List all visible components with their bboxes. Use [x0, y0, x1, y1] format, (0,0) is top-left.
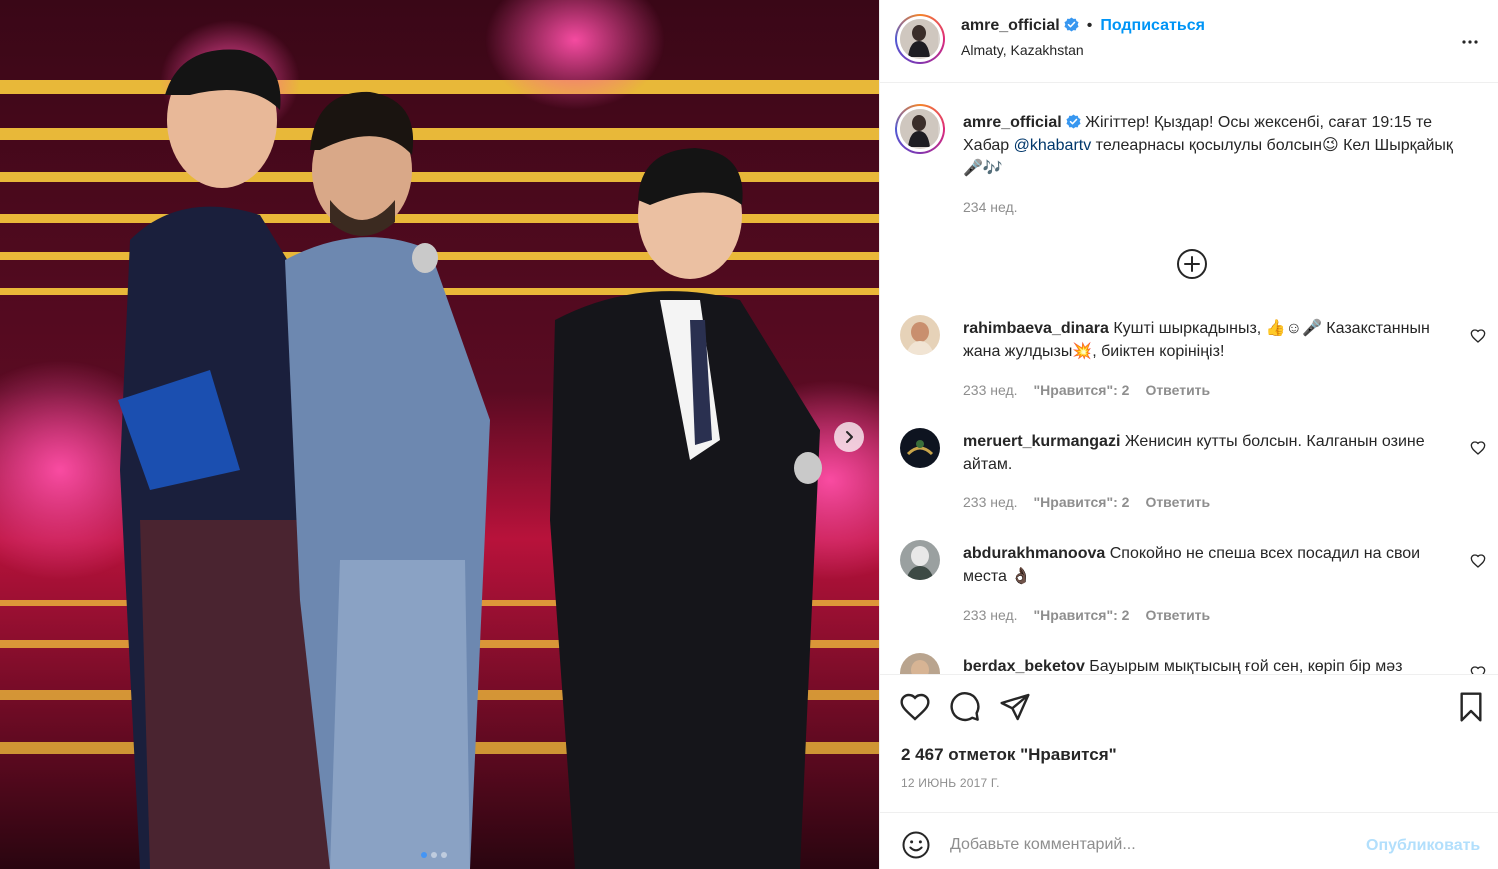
- comment-likes[interactable]: "Нравится": 2: [1034, 607, 1130, 623]
- comment-username[interactable]: meruert_kurmangazi: [963, 433, 1120, 450]
- comment-likes[interactable]: "Нравится": 2: [1034, 494, 1130, 510]
- bookmark-icon[interactable]: [1455, 691, 1487, 723]
- comment-avatar-image: [900, 428, 940, 468]
- comment-text: Бауырым мықтысың ғой сен, көріп бір мәз: [1089, 658, 1403, 674]
- comment-avatar[interactable]: [900, 653, 940, 674]
- author-username[interactable]: amre_official: [961, 17, 1060, 34]
- comment-like-heart-icon[interactable]: [1470, 328, 1486, 344]
- comments-section[interactable]: amre_official Жігіттер! Қыздар! Осы жекс…: [880, 84, 1498, 674]
- caption-username[interactable]: amre_official: [963, 114, 1062, 131]
- comment-avatar-image: [900, 653, 940, 674]
- share-icon[interactable]: [999, 691, 1031, 723]
- comment-input[interactable]: [950, 827, 1360, 863]
- verified-badge-icon: [1064, 17, 1079, 32]
- carousel-dots: [421, 852, 447, 858]
- comment-reply-button[interactable]: Ответить: [1145, 382, 1210, 398]
- post-actions: 2 467 отметок "Нравится" 12 ИЮНЬ 2017 Г.: [880, 674, 1498, 812]
- comment-reply-button[interactable]: Ответить: [1145, 607, 1210, 623]
- comment-icon[interactable]: [949, 691, 981, 723]
- comment-meta: 233 нед. "Нравится": 2 Ответить: [963, 382, 1210, 398]
- header-bullet: •: [1086, 17, 1093, 34]
- author-avatar-image: [900, 19, 938, 57]
- heart-icon[interactable]: [899, 691, 931, 723]
- post-location[interactable]: Almaty, Kazakhstan: [961, 42, 1084, 58]
- comment-avatar[interactable]: [900, 315, 940, 355]
- comment-username[interactable]: abdurakhmanoova: [963, 545, 1105, 562]
- post-header: amre_official • Подписаться Almaty, Kazakh…: [880, 0, 1498, 83]
- caption-author-avatar[interactable]: [895, 104, 945, 154]
- comment-like-heart-icon[interactable]: [1470, 665, 1486, 674]
- post-date[interactable]: 12 ИЮНЬ 2017 Г.: [901, 776, 1000, 790]
- comment-time[interactable]: 233 нед.: [963, 607, 1018, 623]
- caption-mention-link[interactable]: @khabartv: [1014, 137, 1092, 154]
- carousel-dot: [441, 852, 447, 858]
- carousel-dot-active: [421, 852, 427, 858]
- stage-photo-illustration: [0, 0, 879, 869]
- carousel-dot: [431, 852, 437, 858]
- instagram-post: amre_official • Подписаться Almaty, Kazakh…: [0, 0, 1498, 869]
- caption-time[interactable]: 234 нед.: [963, 199, 1018, 215]
- comment-username[interactable]: berdax_beketov: [963, 658, 1085, 674]
- more-dots-icon[interactable]: [1458, 30, 1482, 54]
- follow-button[interactable]: Подписаться: [1100, 17, 1205, 34]
- comment-username[interactable]: rahimbaeva_dinara: [963, 320, 1109, 337]
- publish-button[interactable]: Опубликовать: [1366, 837, 1480, 855]
- caption-avatar-image: [900, 109, 938, 147]
- comment-item: abdurakhmanoova Спокойно не спеша всех п…: [963, 542, 1463, 588]
- likes-count[interactable]: 2 467 отметок "Нравится": [901, 745, 1117, 765]
- plus-circle-icon[interactable]: [1176, 248, 1208, 280]
- author-avatar[interactable]: [895, 14, 945, 64]
- chevron-right-icon: [846, 431, 853, 443]
- comment-like-heart-icon[interactable]: [1470, 553, 1486, 569]
- carousel-next-button[interactable]: [834, 422, 864, 452]
- comment-avatar[interactable]: [900, 428, 940, 468]
- verified-badge-icon: [1066, 114, 1081, 129]
- add-comment-bar: Опубликовать: [880, 812, 1498, 869]
- comment-time[interactable]: 233 нед.: [963, 494, 1018, 510]
- comment-item: meruert_kurmangazi Женисин кутты болсын.…: [963, 430, 1463, 476]
- comment-meta: 233 нед. "Нравится": 2 Ответить: [963, 607, 1210, 623]
- caption-meta: 234 нед.: [963, 199, 1018, 215]
- comment-avatar-image: [900, 540, 940, 580]
- post-caption: amre_official Жігіттер! Қыздар! Осы жекс…: [963, 111, 1463, 180]
- comment-item: rahimbaeva_dinara Кушті шыркадыныз, 👍☺🎤 …: [963, 317, 1463, 363]
- post-side-panel: amre_official • Подписаться Almaty, Kazakh…: [879, 0, 1498, 869]
- comment-time[interactable]: 233 нед.: [963, 382, 1018, 398]
- comment-meta: 233 нед. "Нравится": 2 Ответить: [963, 494, 1210, 510]
- comment-item: berdax_beketov Бауырым мықтысың ғой сен,…: [963, 655, 1463, 674]
- comment-reply-button[interactable]: Ответить: [1145, 494, 1210, 510]
- comment-likes[interactable]: "Нравится": 2: [1034, 382, 1130, 398]
- comment-avatar-image: [900, 315, 940, 355]
- post-photo[interactable]: [0, 0, 879, 869]
- comment-like-heart-icon[interactable]: [1470, 440, 1486, 456]
- comment-avatar[interactable]: [900, 540, 940, 580]
- emoji-icon[interactable]: [901, 830, 931, 860]
